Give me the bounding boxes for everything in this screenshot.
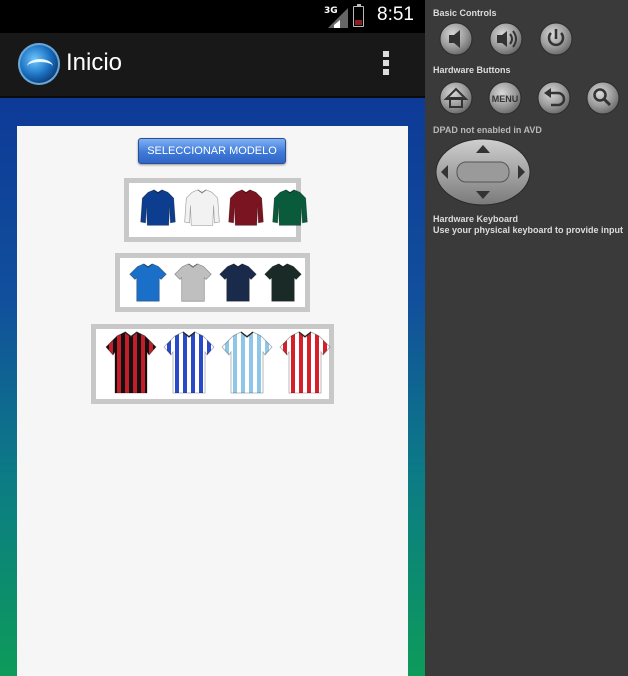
back-button[interactable] bbox=[537, 81, 571, 115]
striped-shirt-2[interactable] bbox=[162, 331, 216, 395]
content-background: SELECCIONAR MODELO bbox=[0, 98, 425, 676]
signal-icon bbox=[328, 8, 348, 28]
search-button[interactable] bbox=[586, 81, 620, 115]
short-sleeve-shirt-1[interactable] bbox=[128, 260, 168, 306]
short-sleeve-row bbox=[115, 253, 310, 312]
clock: 8:51 bbox=[377, 4, 414, 25]
volume-down-button[interactable] bbox=[439, 22, 473, 56]
hardware-keyboard-title: Hardware Keyboard bbox=[433, 214, 518, 224]
overflow-menu-icon[interactable] bbox=[378, 49, 394, 81]
emulator-screen: 3G 8:51 Inicio SELECCIONAR MODELO bbox=[0, 0, 425, 676]
striped-shirt-1[interactable] bbox=[104, 331, 158, 395]
long-sleeve-row bbox=[124, 178, 308, 242]
striped-shirt-3[interactable] bbox=[220, 331, 274, 395]
long-sleeve-shirt-3[interactable] bbox=[227, 185, 265, 231]
long-sleeve-shirt-2[interactable] bbox=[183, 185, 221, 231]
volume-up-button[interactable] bbox=[489, 22, 523, 56]
long-sleeve-shirt-1[interactable] bbox=[139, 185, 177, 231]
dpad[interactable] bbox=[435, 138, 531, 206]
striped-shirt-row bbox=[91, 324, 334, 404]
dpad-note: DPAD not enabled in AVD bbox=[433, 125, 542, 135]
page-title: Inicio bbox=[66, 49, 123, 76]
dpad-center-button[interactable] bbox=[456, 161, 510, 183]
status-bar: 3G 8:51 bbox=[0, 0, 425, 33]
battery-icon bbox=[353, 4, 364, 27]
emulator-controls: Basic Controls Hardware Buttons MENU DPA… bbox=[433, 8, 623, 235]
hardware-buttons-title: Hardware Buttons bbox=[433, 65, 511, 75]
long-sleeve-shirt-4[interactable] bbox=[271, 185, 309, 231]
short-sleeve-shirt-3[interactable] bbox=[218, 260, 258, 306]
menu-button-label: MENU bbox=[492, 94, 519, 104]
menu-button[interactable]: MENU bbox=[488, 81, 522, 115]
hardware-keyboard-note: Use your physical keyboard to provide in… bbox=[433, 225, 623, 235]
content-panel: SELECCIONAR MODELO bbox=[17, 126, 408, 676]
action-bar: Inicio bbox=[0, 33, 425, 98]
striped-shirt-4[interactable] bbox=[278, 331, 332, 395]
short-sleeve-shirt-2[interactable] bbox=[173, 260, 213, 306]
app-logo-icon[interactable] bbox=[18, 43, 60, 85]
select-model-button[interactable]: SELECCIONAR MODELO bbox=[138, 138, 286, 164]
home-button[interactable] bbox=[439, 81, 473, 115]
short-sleeve-shirt-4[interactable] bbox=[263, 260, 303, 306]
power-button[interactable] bbox=[539, 22, 573, 56]
basic-controls-title: Basic Controls bbox=[433, 8, 497, 18]
